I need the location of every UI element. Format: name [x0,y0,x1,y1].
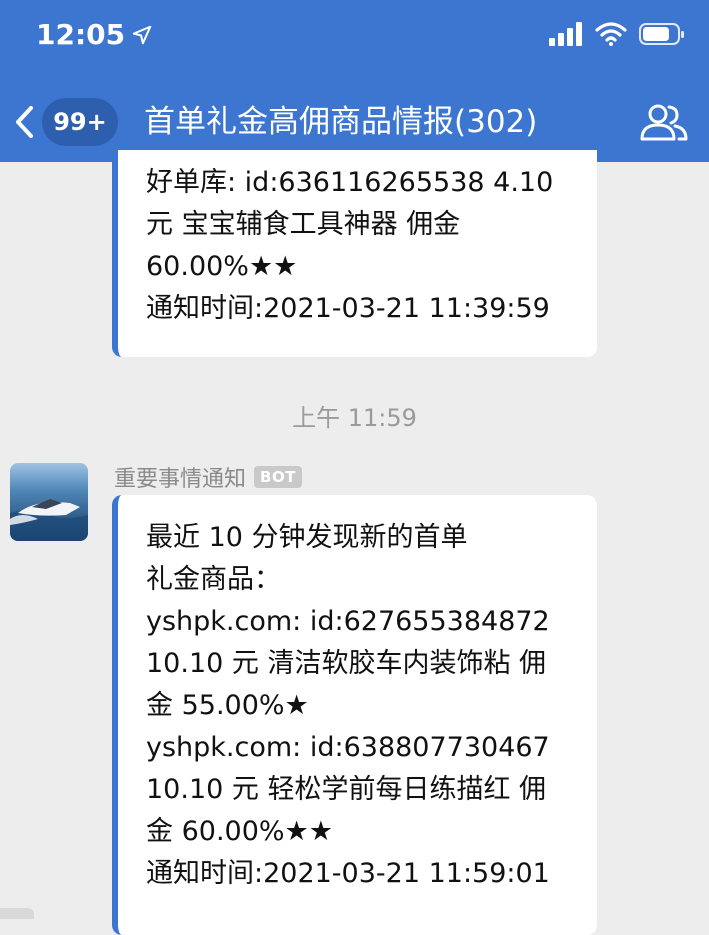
back-button[interactable] [4,98,44,146]
battery-icon [639,23,684,45]
message-line: 礼金商品： [146,564,281,595]
cellular-signal-icon [549,22,582,46]
message-bubble[interactable]: 好单库: id:636116265538 4.10 元 宝宝辅食工具神器 佣金 … [112,150,597,357]
chat-title: 首单礼金高佣商品情报(302) [144,104,538,140]
sender-info: 重要事情通知 BOT [114,461,302,493]
message-line: 金 60.00%★★ [146,816,333,847]
message-line: 金 55.00%★ [146,690,309,721]
time-divider: 上午 11:59 [292,404,417,432]
message-line: 通知时间:2021-03-21 11:59:01 [146,858,550,889]
group-members-icon [640,104,688,141]
sender-name: 重要事情通知 [114,467,247,492]
message-line: 10.10 元 清洁软胶车内装饰粘 佣 [146,648,547,679]
status-icons [549,22,685,46]
unread-count-badge[interactable]: 99+ [42,98,118,146]
navigation-row: 99+ 首单礼金高佣商品情报(302) [0,96,709,148]
message-line: 最近 10 分钟发现新的首单 [146,522,468,553]
message-line: 10.10 元 轻松学前每日练描红 佣 [146,774,547,805]
bot-tag: BOT [254,466,302,488]
top-bar: 12:05 99+ 首单礼金高佣商品情报(302) [0,0,709,162]
message-bubble[interactable]: 最近 10 分钟发现新的首单 礼金商品： yshpk.com: id:62765… [112,495,597,935]
message-line: 元 宝宝辅食工具神器 佣金 [146,209,461,240]
chevron-left-icon [16,106,33,138]
avatar-speedboat-image [10,463,88,541]
message-line: 好单库: id:636116265538 4.10 [146,167,554,198]
wifi-icon [595,22,627,46]
bottom-edge-element [0,908,34,919]
message-line: 通知时间:2021-03-21 11:39:59 [146,293,550,324]
message-line: 60.00%★★ [146,251,298,282]
avatar[interactable] [10,463,88,541]
location-arrow-icon [132,25,152,44]
message-line: yshpk.com: id:638807730467 [146,732,550,763]
group-members-button[interactable] [637,98,691,146]
status-time-text: 12:05 [36,18,126,51]
status-time: 12:05 [36,18,153,51]
message-line: yshpk.com: id:627655384872 [146,606,550,637]
